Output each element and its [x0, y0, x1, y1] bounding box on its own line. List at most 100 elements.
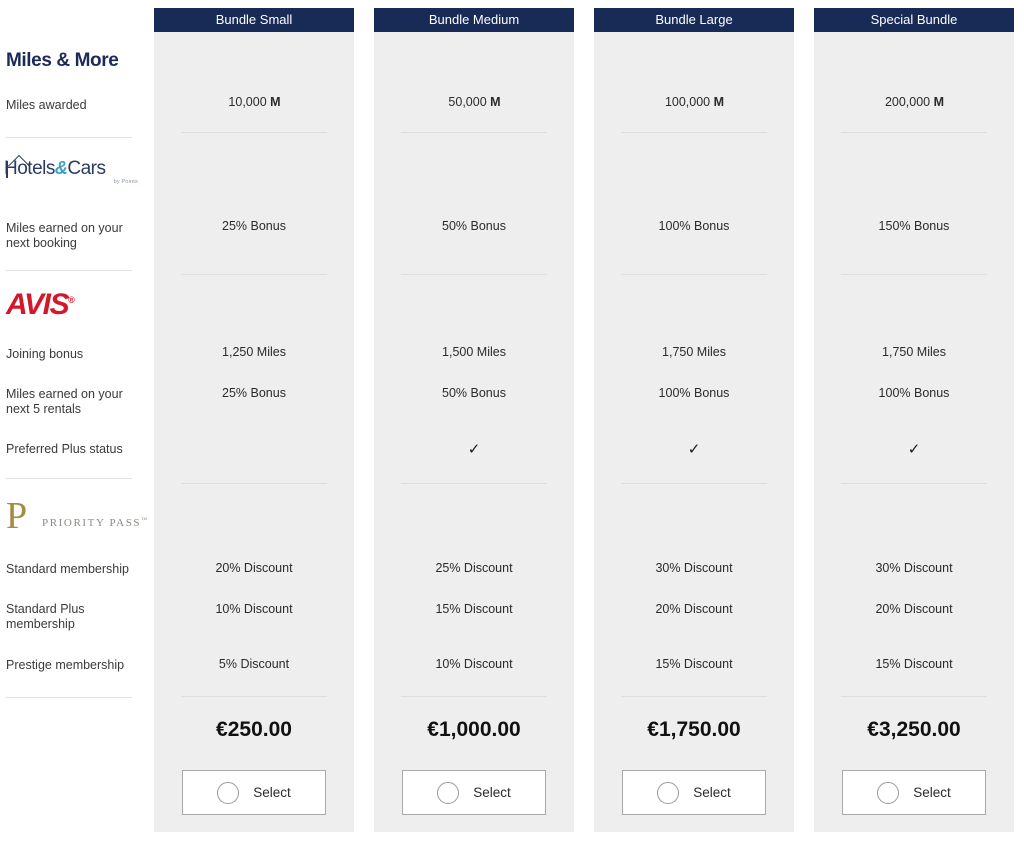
feature-label-prestige-membership: Prestige membership [6, 658, 125, 672]
column-divider [181, 132, 327, 133]
radio-icon[interactable] [877, 781, 900, 804]
column-divider [621, 274, 767, 275]
cell-standard-plus-membership: 10% Discount [215, 602, 293, 616]
cell-miles-awarded: 50,000 M [374, 95, 574, 109]
miles-awarded-value: 10,000 [228, 95, 267, 109]
cell-miles-next-booking: 25% Bonus [222, 219, 286, 233]
cell-preferred-plus-status: ✓ [687, 441, 701, 458]
column-divider [401, 483, 547, 484]
radio-icon[interactable] [437, 781, 460, 804]
cell-standard-membership: 20% Discount [215, 561, 293, 575]
select-button-bundle-large[interactable]: Select [622, 770, 766, 815]
sidebar-divider [6, 270, 132, 271]
miles-symbol-icon: M [270, 95, 280, 109]
cell-standard-membership: 30% Discount [655, 561, 733, 575]
column-body [374, 32, 574, 832]
priority-pass-name: PRIORITY PASS [42, 517, 142, 529]
cell-joining-bonus: 1,750 Miles [662, 345, 726, 359]
hotels-and-cars-tagline: by Points [113, 179, 138, 185]
feature-label-standard-membership: Standard membership [6, 562, 129, 576]
cell-standard-membership: 30% Discount [875, 561, 953, 575]
cell-miles-next-5-rentals: 50% Bonus [442, 386, 506, 400]
radio-icon[interactable] [657, 781, 680, 804]
column-divider [181, 696, 327, 697]
column-body [154, 32, 354, 832]
column-header-special-bundle: Special Bundle [814, 8, 1014, 32]
bundle-comparison-page: Miles & More Miles awarded Hotels&Cars b… [0, 0, 1024, 847]
bundle-column-bundle-small: Bundle Small 10,000 M 25% Bonus 1,250 Miles… [154, 0, 354, 832]
miles-symbol-icon: M [490, 95, 500, 109]
column-divider [621, 483, 767, 484]
column-divider [401, 132, 547, 133]
select-button-label: Select [913, 785, 951, 800]
hotels-and-cars-wordmark: Hotels&Cars [4, 158, 106, 180]
miles-symbol-icon: M [713, 95, 724, 109]
cell-miles-next-5-rentals: 100% Bonus [658, 386, 730, 400]
column-divider [841, 274, 987, 275]
column-divider [181, 483, 327, 484]
miles-and-more-logo: Miles & More [6, 50, 119, 71]
feature-label-standard-plus-membership: Standard Plus membership [6, 602, 85, 631]
bundle-column-special-bundle: Special Bundle 200,000 M 150% Bonus 1,750 M… [814, 0, 1014, 832]
hotels-word: Hotels [4, 158, 55, 179]
select-button-special-bundle[interactable]: Select [842, 770, 986, 815]
feature-label-miles-awarded: Miles awarded [6, 98, 87, 112]
cell-miles-next-5-rentals: 25% Bonus [222, 386, 286, 400]
column-divider [841, 696, 987, 697]
column-header-bundle-small: Bundle Small [154, 8, 354, 32]
priority-pass-initial: P [6, 495, 28, 537]
sidebar-divider [6, 697, 132, 698]
column-header-bundle-large: Bundle Large [594, 8, 794, 32]
cell-miles-next-5-rentals: 100% Bonus [878, 386, 950, 400]
priority-pass-logo: P PRIORITY PASS™ [4, 495, 147, 537]
cell-miles-awarded: 100,000 M [594, 95, 794, 109]
cell-miles-next-booking: 100% Bonus [658, 219, 730, 233]
miles-awarded-value: 100,000 [664, 95, 711, 109]
sidebar-divider [6, 137, 132, 138]
cell-miles-next-booking: 50% Bonus [442, 219, 506, 233]
radio-icon[interactable] [217, 781, 240, 804]
miles-awarded-value: 200,000 [884, 95, 931, 109]
bundle-column-bundle-large: Bundle Large 100,000 M 100% Bonus 1,750 Mil… [594, 0, 794, 832]
column-body [594, 32, 794, 832]
ampersand-glyph: & [54, 158, 68, 178]
cell-joining-bonus: 1,750 Miles [882, 345, 946, 359]
column-header-bundle-medium: Bundle Medium [374, 8, 574, 32]
cell-standard-membership: 25% Discount [435, 561, 513, 575]
cell-miles-next-booking: 150% Bonus [878, 219, 950, 233]
price-special-bundle: €3,250.00 [867, 718, 961, 741]
cell-prestige-membership: 15% Discount [655, 657, 733, 671]
select-button-label: Select [253, 785, 291, 800]
select-button-label: Select [693, 785, 731, 800]
price-bundle-large: €1,750.00 [647, 718, 741, 741]
column-divider [841, 483, 987, 484]
cell-prestige-membership: 10% Discount [435, 657, 513, 671]
cell-prestige-membership: 15% Discount [875, 657, 953, 671]
miles-symbol-icon: M [933, 95, 944, 109]
feature-label-miles-next-5-rentals: Miles earned on your next 5 rentals [6, 387, 123, 416]
trademark-glyph: ™ [141, 517, 148, 524]
miles-awarded-value: 50,000 [448, 95, 487, 109]
avis-logo: AVIS® [6, 288, 75, 321]
select-button-label: Select [473, 785, 511, 800]
feature-label-preferred-plus-status: Preferred Plus status [6, 442, 123, 456]
column-divider [841, 132, 987, 133]
column-divider [401, 696, 547, 697]
cell-miles-awarded: 10,000 M [154, 95, 354, 109]
feature-label-miles-next-booking: Miles earned on your next booking [6, 221, 123, 250]
cell-joining-bonus: 1,500 Miles [442, 345, 506, 359]
cell-prestige-membership: 5% Discount [218, 657, 290, 671]
column-divider [621, 696, 767, 697]
priority-pass-wordmark: PRIORITY PASS™ [42, 517, 147, 529]
select-button-bundle-medium[interactable]: Select [402, 770, 546, 815]
column-divider [621, 132, 767, 133]
cell-miles-awarded: 200,000 M [814, 95, 1014, 109]
column-body [814, 32, 1014, 832]
cell-joining-bonus: 1,250 Miles [222, 345, 286, 359]
cell-standard-plus-membership: 20% Discount [655, 602, 733, 616]
feature-label-joining-bonus: Joining bonus [6, 347, 84, 361]
hotels-and-cars-logo: Hotels&Cars by Points [4, 152, 144, 185]
select-button-bundle-small[interactable]: Select [182, 770, 326, 815]
column-divider [401, 274, 547, 275]
cell-preferred-plus-status: ✓ [907, 441, 921, 458]
